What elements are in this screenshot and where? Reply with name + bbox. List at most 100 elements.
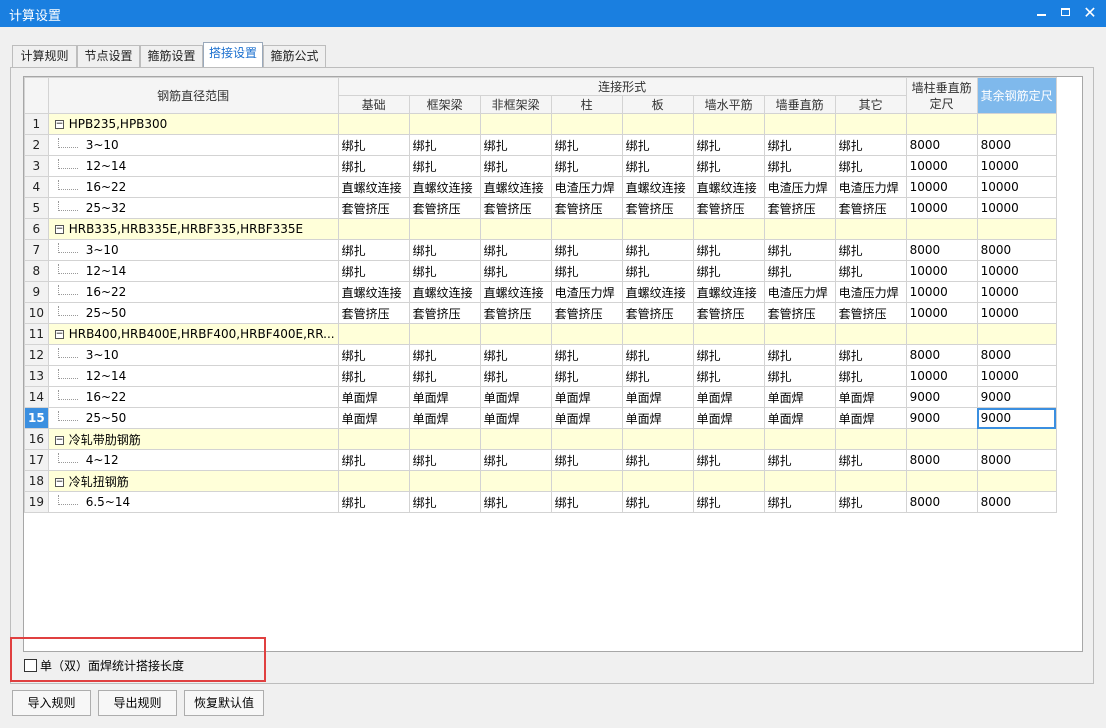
connection-cell[interactable]: 单面焊 <box>763 386 836 408</box>
connection-cell[interactable]: 绑扎 <box>834 260 907 282</box>
connection-cell[interactable]: 单面焊 <box>479 407 552 429</box>
connection-cell[interactable]: 电渣压力焊 <box>834 176 907 198</box>
row-number[interactable]: 3 <box>24 155 49 177</box>
connection-cell[interactable]: 绑扎 <box>550 155 623 177</box>
steel-grade-cell[interactable]: − 冷轧带肋钢筋 <box>47 428 339 450</box>
connection-cell[interactable]: 直螺纹连接 <box>408 176 481 198</box>
restore-defaults-button[interactable]: 恢复默认值 <box>184 690 264 716</box>
connection-cell[interactable] <box>550 323 623 345</box>
row-number[interactable]: 17 <box>24 449 49 471</box>
connection-cell[interactable]: 直螺纹连接 <box>479 176 552 198</box>
connection-cell[interactable] <box>621 218 694 240</box>
connection-cell[interactable]: 绑扎 <box>479 344 552 366</box>
collapse-icon[interactable]: − <box>54 330 64 339</box>
length-cell[interactable]: 10000 <box>905 302 978 324</box>
connection-cell[interactable]: 电渣压力焊 <box>763 281 836 303</box>
weld-lap-option[interactable]: 单（双）面焊统计搭接长度 <box>24 657 184 673</box>
connection-cell[interactable]: 绑扎 <box>479 155 552 177</box>
connection-cell[interactable]: 套管挤压 <box>550 302 623 324</box>
connection-cell[interactable]: 直螺纹连接 <box>621 281 694 303</box>
export-rules-button[interactable]: 导出规则 <box>98 690 177 716</box>
connection-cell[interactable] <box>479 470 552 492</box>
connection-cell[interactable]: 绑扎 <box>550 449 623 471</box>
connection-cell[interactable]: 绑扎 <box>408 260 481 282</box>
connection-cell[interactable]: 绑扎 <box>763 365 836 387</box>
connection-cell[interactable]: 绑扎 <box>763 260 836 282</box>
diameter-range-cell[interactable]: 12~14 <box>47 260 339 282</box>
length-cell[interactable]: 8000 <box>905 134 978 156</box>
row-number[interactable]: 1 <box>24 113 49 135</box>
row-number[interactable]: 2 <box>24 134 49 156</box>
connection-cell[interactable] <box>692 218 765 240</box>
row-number[interactable]: 5 <box>24 197 49 219</box>
connection-cell[interactable]: 绑扎 <box>834 239 907 261</box>
connection-cell[interactable]: 套管挤压 <box>479 302 552 324</box>
connection-cell[interactable]: 套管挤压 <box>692 197 765 219</box>
length-cell[interactable] <box>976 218 1057 240</box>
collapse-icon[interactable]: − <box>54 477 64 487</box>
steel-grade-cell[interactable]: − HPB235,HPB300 <box>47 113 339 135</box>
connection-cell[interactable]: 绑扎 <box>621 239 694 261</box>
connection-cell[interactable]: 直螺纹连接 <box>479 281 552 303</box>
length-cell[interactable]: 10000 <box>976 260 1057 282</box>
connection-cell[interactable]: 套管挤压 <box>408 197 481 219</box>
connection-cell[interactable]: 单面焊 <box>621 407 694 429</box>
diameter-range-cell[interactable]: 4~12 <box>47 449 339 471</box>
connection-cell[interactable] <box>763 113 836 135</box>
connection-cell[interactable] <box>408 113 481 135</box>
connection-cell[interactable]: 绑扎 <box>692 449 765 471</box>
diameter-range-cell[interactable]: 25~50 <box>47 407 339 429</box>
table-row[interactable]: 4 16~22 直螺纹连接 直螺纹连接 直螺纹连接 电渣压力焊 直螺纹连接 直螺纹连接 电渣压力… <box>24 176 1057 198</box>
connection-cell[interactable]: 套管挤压 <box>337 197 410 219</box>
connection-cell[interactable]: 套管挤压 <box>621 302 694 324</box>
connection-cell[interactable]: 绑扎 <box>337 239 410 261</box>
connection-cell[interactable]: 绑扎 <box>337 491 410 513</box>
tab-node-settings[interactable]: 节点设置 <box>77 45 140 67</box>
row-number[interactable]: 13 <box>24 365 49 387</box>
connection-cell[interactable] <box>550 113 623 135</box>
connection-cell[interactable] <box>408 323 481 345</box>
connection-cell[interactable]: 绑扎 <box>408 155 481 177</box>
row-number[interactable]: 19 <box>24 491 49 513</box>
connection-cell[interactable]: 套管挤压 <box>479 197 552 219</box>
steel-grade-cell[interactable]: − HRB335,HRB335E,HRBF335,HRBF335E <box>47 218 339 240</box>
connection-cell[interactable]: 套管挤压 <box>621 197 694 219</box>
connection-cell[interactable]: 电渣压力焊 <box>550 281 623 303</box>
diameter-range-cell[interactable]: 3~10 <box>47 134 339 156</box>
connection-cell[interactable]: 单面焊 <box>621 386 694 408</box>
connection-cell[interactable] <box>479 428 552 450</box>
connection-cell[interactable]: 绑扎 <box>337 134 410 156</box>
length-cell[interactable]: 8000 <box>976 449 1057 471</box>
length-cell[interactable]: 9000 <box>976 386 1057 408</box>
connection-cell[interactable]: 绑扎 <box>408 491 481 513</box>
lap-settings-grid[interactable]: 钢筋直径范围 连接形式 墙柱垂直筋 定尺 其余钢筋定尺 基础 框架梁 非框架梁柱板墙水… <box>23 76 1083 652</box>
diameter-range-cell[interactable]: 25~32 <box>47 197 339 219</box>
connection-cell[interactable]: 绑扎 <box>337 449 410 471</box>
collapse-icon[interactable]: − <box>54 120 64 129</box>
diameter-range-cell[interactable]: 3~10 <box>47 239 339 261</box>
connection-cell[interactable] <box>550 218 623 240</box>
table-row[interactable]: 15 25~50 单面焊 单面焊 单面焊 单面焊 单面焊 单面焊 单面焊 单面焊 9000 9000 <box>24 407 1057 429</box>
table-row[interactable]: 19 6.5~14 绑扎 绑扎 绑扎 绑扎 绑扎 绑扎 绑扎 绑扎 8000 8000 <box>24 491 1057 513</box>
connection-cell[interactable]: 绑扎 <box>550 260 623 282</box>
row-number[interactable]: 18 <box>24 470 49 492</box>
tab-stirrup-settings[interactable]: 箍筋设置 <box>140 45 203 67</box>
connection-cell[interactable]: 绑扎 <box>763 344 836 366</box>
length-cell[interactable]: 9000 <box>905 386 978 408</box>
maximize-button[interactable] <box>1055 4 1075 22</box>
connection-cell[interactable]: 单面焊 <box>337 407 410 429</box>
connection-cell[interactable] <box>408 218 481 240</box>
table-row[interactable]: 17 4~12 绑扎 绑扎 绑扎 绑扎 绑扎 绑扎 绑扎 绑扎 8000 8000 <box>24 449 1057 471</box>
group-row[interactable]: 6− HRB335,HRB335E,HRBF335,HRBF335E <box>24 218 1057 240</box>
tab-stirrup-formula[interactable]: 箍筋公式 <box>263 45 326 67</box>
connection-cell[interactable]: 绑扎 <box>692 344 765 366</box>
connection-cell[interactable]: 绑扎 <box>550 239 623 261</box>
connection-cell[interactable]: 绑扎 <box>834 449 907 471</box>
connection-cell[interactable] <box>408 470 481 492</box>
length-cell[interactable] <box>905 113 978 135</box>
connection-cell[interactable]: 直螺纹连接 <box>337 281 410 303</box>
connection-cell[interactable] <box>337 323 410 345</box>
row-number[interactable]: 15 <box>24 407 49 429</box>
connection-cell[interactable]: 套管挤压 <box>337 302 410 324</box>
group-row[interactable]: 16− 冷轧带肋钢筋 <box>24 428 1057 450</box>
